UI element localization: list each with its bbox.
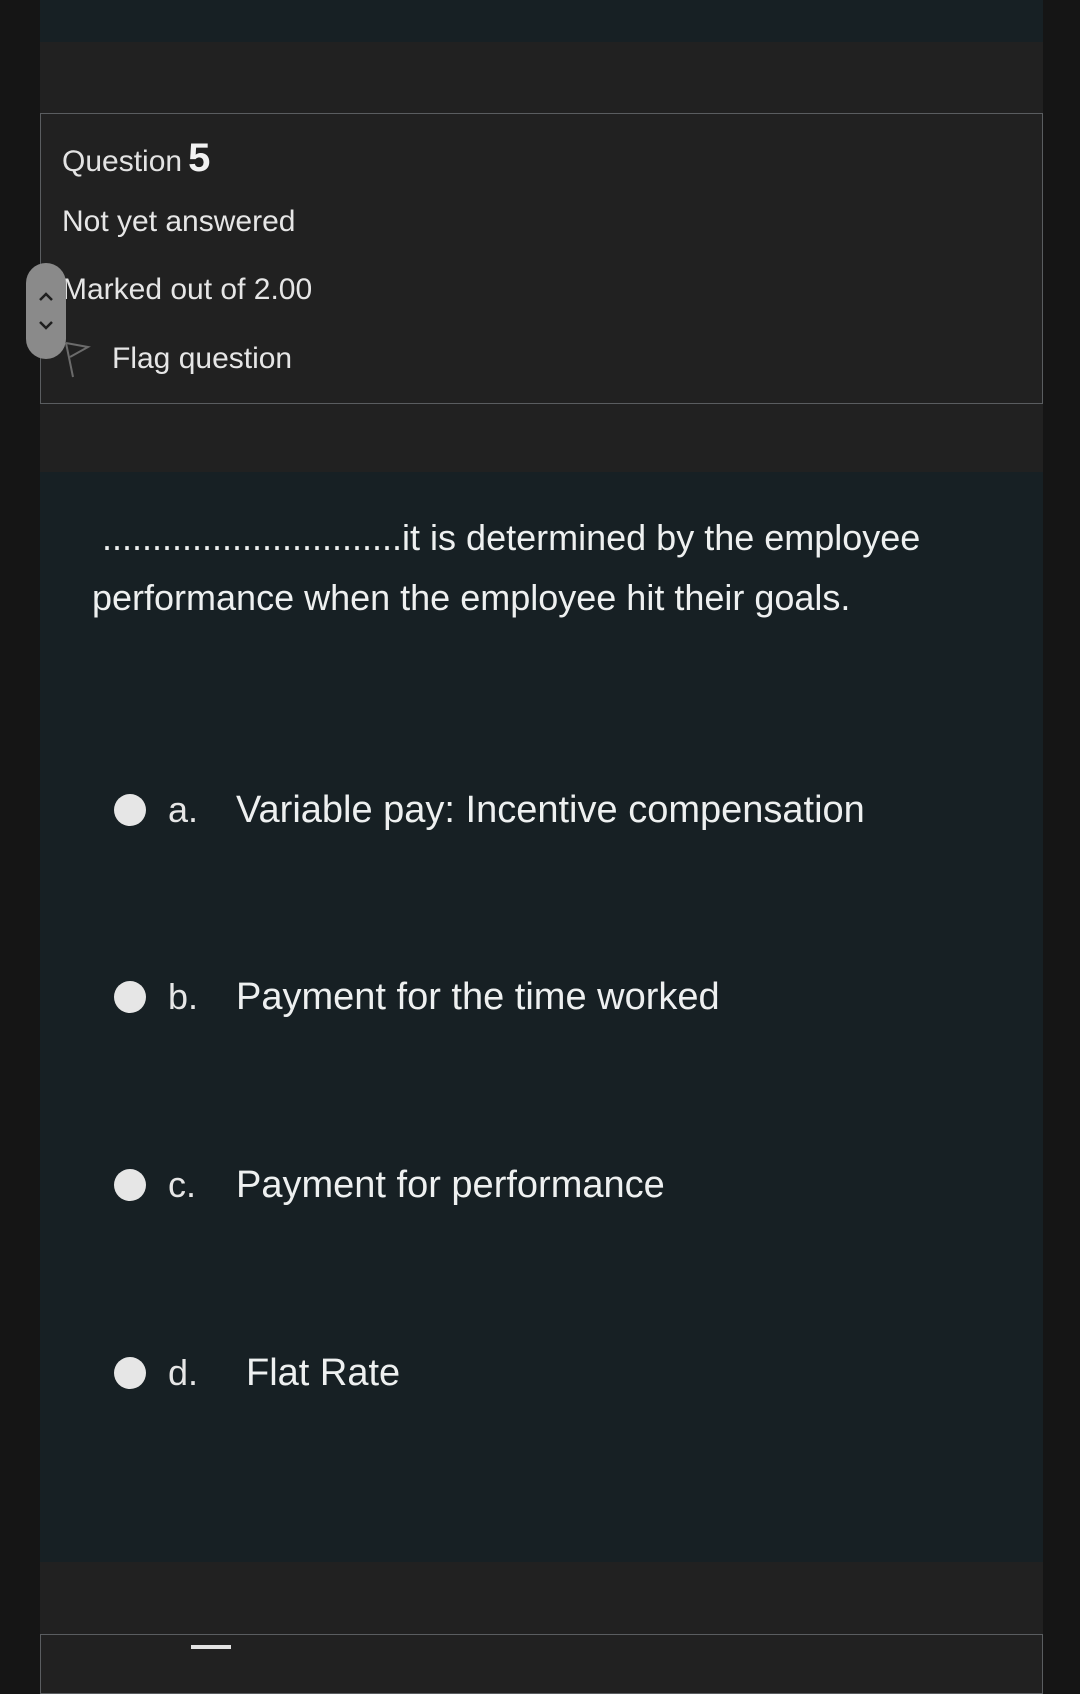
question-content: ..............................it is dete… <box>40 472 1043 1562</box>
answer-option-d[interactable]: d. Flat Rate <box>114 1343 400 1403</box>
radio-button[interactable] <box>114 981 146 1013</box>
answer-text: Flat Rate <box>246 1351 401 1394</box>
next-question-title-fragment <box>191 1645 231 1651</box>
fast-scroll-handle[interactable] <box>26 263 66 359</box>
answer-status: Not yet answered <box>62 205 296 238</box>
answer-letter: a. <box>168 789 199 830</box>
question-number: 5 <box>188 136 211 180</box>
next-question-info-panel <box>40 1634 1043 1694</box>
answer-option-c[interactable]: c. Payment for performance <box>114 1155 665 1215</box>
flag-question-button[interactable]: Flag question <box>62 339 292 379</box>
answer-text: Payment for performance <box>236 1163 665 1206</box>
question-label: Question <box>62 145 183 178</box>
answer-letter: c. <box>168 1164 197 1205</box>
question-info-panel: Question 5 Not yet answered Marked out of… <box>40 113 1043 404</box>
flag-outline-icon <box>65 342 91 378</box>
answer-letter: b. <box>168 976 199 1017</box>
answer-option-a[interactable]: a. Variable pay: Incentive compensation <box>114 780 865 840</box>
answer-text: Payment for the time worked <box>236 975 720 1018</box>
question-title: Question 5 <box>62 136 210 181</box>
chevron-down-icon <box>39 321 53 330</box>
radio-button[interactable] <box>114 1357 146 1389</box>
flag-question-label: Flag question <box>112 342 293 375</box>
radio-button[interactable] <box>114 794 146 826</box>
radio-button[interactable] <box>114 1169 146 1201</box>
quiz-page: Question 5 Not yet answered Marked out of… <box>40 0 1043 1694</box>
answer-option-b[interactable]: b. Payment for the time worked <box>114 967 720 1027</box>
chevron-up-icon <box>39 292 53 301</box>
previous-question-content <box>40 0 1043 42</box>
question-text-line-2: performance when the employee hit their … <box>92 577 851 618</box>
question-text: ..............................it is dete… <box>92 508 992 628</box>
answer-text: Variable pay: Incentive compensation <box>236 788 865 831</box>
marked-out-of: Marked out of 2.00 <box>62 273 313 306</box>
answer-letter: d. <box>168 1352 199 1393</box>
question-text-line-1: ..............................it is dete… <box>102 517 921 558</box>
